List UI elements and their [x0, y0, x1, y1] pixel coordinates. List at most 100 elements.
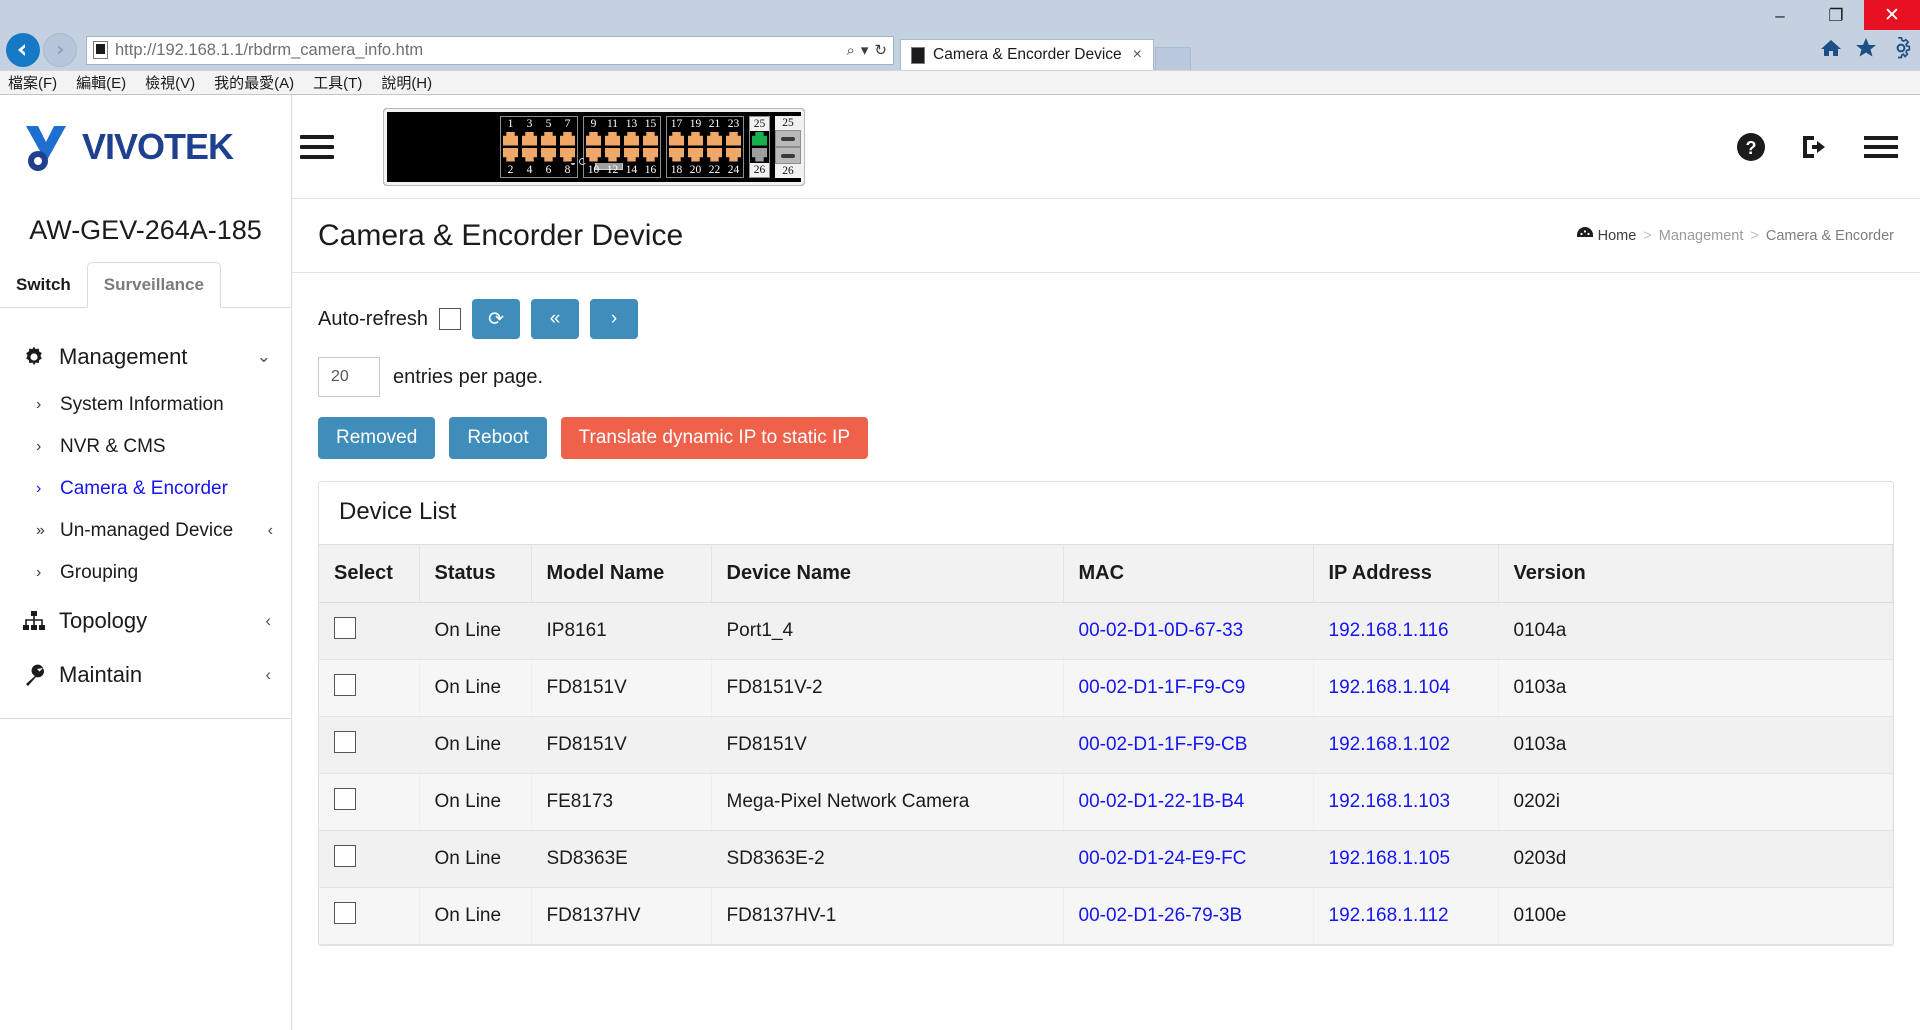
row-select-cell[interactable]	[319, 773, 420, 831]
tab-surveillance[interactable]: Surveillance	[86, 262, 221, 308]
row-mac-link[interactable]: 00-02-D1-26-79-3B	[1063, 887, 1314, 945]
row-device-name: Port1_4	[711, 602, 1064, 660]
address-bar[interactable]: http://192.168.1.1/rbdrm_camera_info.htm…	[86, 35, 894, 65]
tab-close-icon[interactable]: ×	[1130, 46, 1145, 64]
brand-logo[interactable]: VIVOTEK	[0, 95, 291, 199]
row-select-cell[interactable]	[319, 659, 420, 717]
row-mac-link[interactable]: 00-02-D1-0D-67-33	[1063, 602, 1314, 660]
port-pair-15-16[interactable]: 15 16	[641, 117, 660, 177]
menu-edit[interactable]: 編輯(E)	[76, 72, 126, 93]
refresh-button[interactable]: ⟳	[472, 299, 521, 339]
row-select-cell[interactable]	[319, 716, 420, 774]
sidebar-group-maintain[interactable]: Maintain ‹	[0, 648, 291, 702]
menu-icon[interactable]	[300, 134, 334, 159]
row-checkbox[interactable]	[334, 845, 356, 867]
row-ip-link[interactable]: 192.168.1.112	[1313, 887, 1499, 945]
first-page-button[interactable]: «	[531, 299, 580, 339]
forward-arrow-icon[interactable]	[43, 33, 77, 67]
search-icon[interactable]: ⌕	[846, 42, 854, 59]
sidebar-group-management[interactable]: Management ⌄	[0, 330, 291, 384]
chevron-left-icon: ‹	[265, 665, 271, 684]
hamburger-icon[interactable]	[1864, 135, 1898, 159]
row-ip-link[interactable]: 192.168.1.102	[1313, 716, 1499, 774]
port-pair-17-18[interactable]: 17 18	[667, 117, 686, 177]
menu-tools[interactable]: 工具(T)	[313, 72, 362, 93]
sidebar-item-grouping[interactable]: › Grouping	[0, 552, 291, 594]
table-row[interactable]: On Line FD8151V FD8151V-2 00-02-D1-1F-F9…	[319, 659, 1893, 717]
port-25-active[interactable]	[750, 130, 769, 147]
row-checkbox[interactable]	[334, 902, 356, 924]
table-row[interactable]: On Line IP8161 Port1_4 00-02-D1-0D-67-33…	[319, 602, 1893, 660]
help-circle-icon[interactable]: ?	[1736, 132, 1766, 162]
sidebar-item-camera-encorder[interactable]: › Camera & Encorder	[0, 468, 291, 510]
reload-icon[interactable]: ↻	[874, 41, 887, 59]
port-pair-25-26[interactable]: 25 26	[750, 116, 769, 177]
row-ip-link[interactable]: 192.168.1.103	[1313, 773, 1499, 831]
port-pair-9-10[interactable]: 9 10	[584, 117, 603, 177]
menu-help[interactable]: 說明(H)	[381, 72, 432, 93]
row-mac-link[interactable]: 00-02-D1-1F-F9-C9	[1063, 659, 1314, 717]
auto-refresh-checkbox[interactable]	[439, 308, 462, 330]
favorites-icon[interactable]	[1855, 37, 1877, 63]
row-checkbox[interactable]	[334, 674, 356, 696]
entries-per-page-input[interactable]: 20	[318, 357, 380, 397]
port-pair-23-24[interactable]: 23 24	[724, 117, 743, 177]
port-pair-11-12[interactable]: 11 12	[603, 117, 622, 177]
port-26[interactable]	[750, 146, 769, 163]
sidebar-item-system-information[interactable]: › System Information	[0, 384, 291, 426]
row-status: On Line	[419, 830, 532, 888]
sidebar-item-un-managed-device[interactable]: » Un-managed Device ‹	[0, 510, 291, 552]
port-pair-19-20[interactable]: 19 20	[686, 117, 705, 177]
port-pair-21-22[interactable]: 21 22	[705, 117, 724, 177]
row-version: 0203d	[1498, 830, 1893, 888]
restore-button[interactable]: ❐	[1808, 0, 1864, 30]
sfp-slot-25-icon[interactable]	[775, 129, 801, 147]
settings-icon[interactable]	[1890, 36, 1912, 64]
chevron-down-icon[interactable]: ▾	[861, 41, 869, 59]
table-row[interactable]: On Line FD8151V FD8151V 00-02-D1-1F-F9-C…	[319, 716, 1893, 774]
row-select-cell[interactable]	[319, 830, 420, 888]
reboot-button[interactable]: Reboot	[449, 417, 547, 459]
table-row[interactable]: On Line SD8363E SD8363E-2 00-02-D1-24-E9…	[319, 830, 1893, 888]
sfp-slot-26-icon[interactable]	[775, 146, 801, 164]
sidebar-group-topology[interactable]: Topology ‹	[0, 594, 291, 648]
removed-button[interactable]: Removed	[318, 417, 436, 459]
menu-file[interactable]: 檔案(F)	[8, 72, 57, 93]
column-status: Status	[419, 544, 532, 603]
row-mac-link[interactable]: 00-02-D1-1F-F9-CB	[1063, 716, 1314, 774]
row-mac-link[interactable]: 00-02-D1-22-1B-B4	[1063, 773, 1314, 831]
browser-tab[interactable]: Camera & Encorder Device ×	[900, 39, 1155, 70]
port-pair-13-14[interactable]: 13 14	[622, 117, 641, 177]
row-checkbox[interactable]	[334, 788, 356, 810]
port-pair-7-8[interactable]: 78	[558, 117, 577, 177]
minimize-button[interactable]: –	[1752, 0, 1808, 30]
switch-front-panel-graphic[interactable]: 12 34 56 78 910 1112 1314 1516 1718	[383, 107, 805, 186]
table-row[interactable]: On Line FE8173 Mega-Pixel Network Camera…	[319, 773, 1893, 831]
row-select-cell[interactable]	[319, 602, 420, 660]
row-ip-link[interactable]: 192.168.1.105	[1313, 830, 1499, 888]
port-pair-1-2[interactable]: 12	[501, 117, 520, 177]
new-tab-button[interactable]	[1155, 47, 1192, 70]
table-row[interactable]: On Line FD8137HV FD8137HV-1 00-02-D1-26-…	[319, 887, 1893, 945]
row-ip-link[interactable]: 192.168.1.116	[1313, 602, 1499, 660]
sidebar-item-nvr-cms[interactable]: › NVR & CMS	[0, 426, 291, 468]
close-button[interactable]: ✕	[1864, 0, 1920, 30]
back-arrow-icon[interactable]	[6, 33, 40, 67]
breadcrumb-management[interactable]: Management	[1659, 228, 1744, 244]
row-checkbox[interactable]	[334, 617, 356, 639]
port-pair-5-6[interactable]: 56	[539, 117, 558, 177]
breadcrumb-home[interactable]: Home	[1576, 227, 1636, 244]
next-page-button[interactable]: ›	[590, 299, 639, 339]
tab-switch[interactable]: Switch	[0, 263, 87, 307]
row-mac-link[interactable]: 00-02-D1-24-E9-FC	[1063, 830, 1314, 888]
row-ip-link[interactable]: 192.168.1.104	[1313, 659, 1499, 717]
menu-view[interactable]: 檢視(V)	[145, 72, 195, 93]
menu-favorites[interactable]: 我的最愛(A)	[214, 72, 294, 93]
sfp-slot-group[interactable]: 25 26	[775, 115, 801, 178]
row-checkbox[interactable]	[334, 731, 356, 753]
home-icon[interactable]	[1820, 38, 1842, 63]
translate-ip-button[interactable]: Translate dynamic IP to static IP	[560, 417, 868, 459]
row-select-cell[interactable]	[319, 887, 420, 945]
port-pair-3-4[interactable]: 34	[520, 117, 539, 177]
logout-icon[interactable]	[1800, 133, 1830, 161]
